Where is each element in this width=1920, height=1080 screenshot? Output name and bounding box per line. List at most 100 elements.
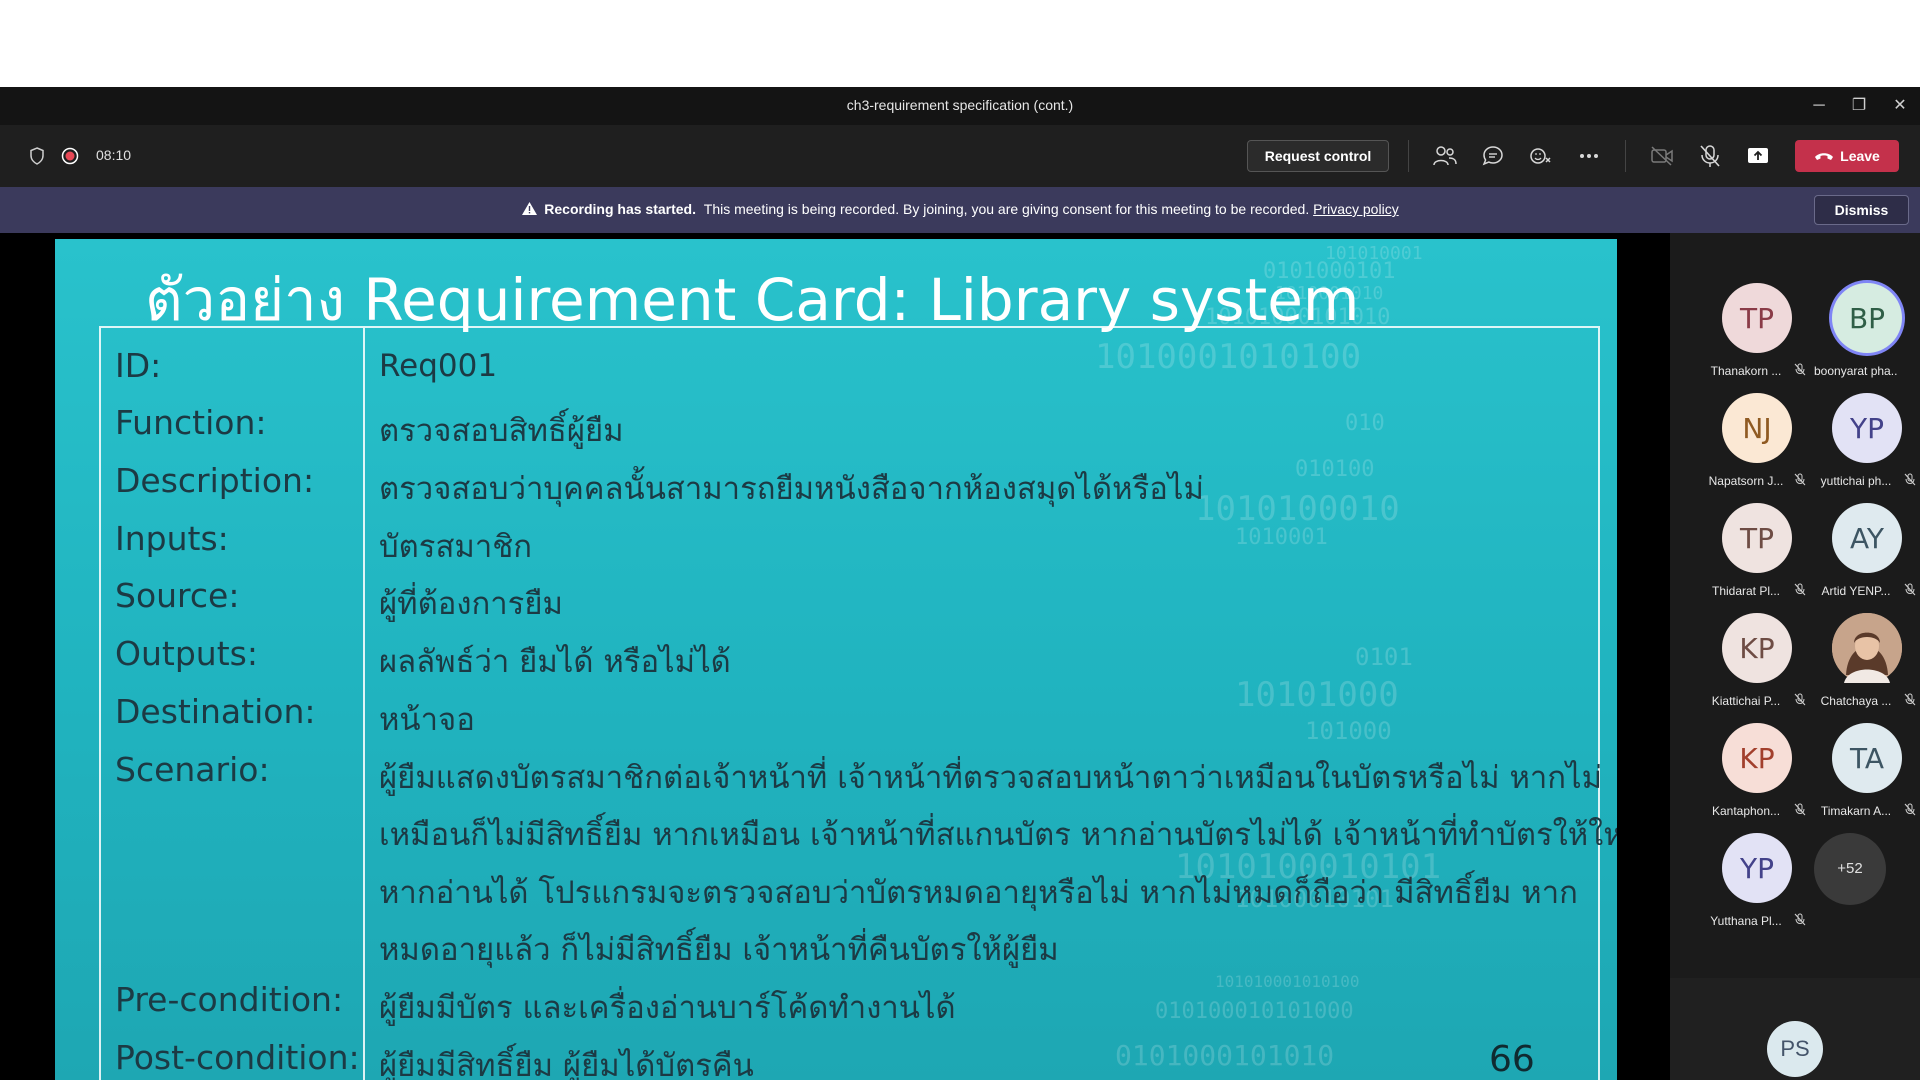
participant-name: Thidarat Pl...: [1711, 584, 1781, 598]
participant-avatar: NJ: [1722, 393, 1792, 463]
warning-icon: [522, 202, 538, 215]
participant-tile[interactable]: TP Thidarat Pl...: [1702, 495, 1812, 605]
participant-avatar: KP: [1722, 723, 1792, 793]
self-avatar[interactable]: PS: [1767, 1021, 1823, 1077]
participant-name: Kiattichai P...: [1711, 694, 1781, 708]
mic-off-icon: [1904, 803, 1918, 817]
shield-icon[interactable]: [22, 141, 52, 171]
window-titlebar: ch3-requirement specification (cont.) ─ …: [0, 87, 1920, 125]
participant-tile[interactable]: KP Kantaphon...: [1702, 715, 1812, 825]
mic-off-icon: [1794, 693, 1808, 707]
requirement-card-table: ID: Req001 Function: ตรวจสอบสิทธิ์ผู้ยืม Des…: [99, 326, 1617, 1080]
row-value: หากอ่านได้ โปรแกรมจะตรวจสอบว่าบัตรหมดอาย…: [379, 875, 1578, 911]
more-participants-button[interactable]: +52: [1814, 833, 1886, 905]
row-value: ตรวจสอบสิทธิ์ผู้ยืม: [379, 413, 624, 449]
row-label: Outputs:: [115, 634, 258, 673]
participant-tile[interactable]: BP boonyarat pha...: [1812, 275, 1920, 385]
row-value: Req001: [379, 348, 498, 384]
participant-name: Timakarn A...: [1820, 804, 1892, 818]
row-label: Source:: [115, 576, 240, 615]
participant-name: Napatsorn J...: [1708, 474, 1784, 488]
window-title: ch3-requirement specification (cont.): [846, 97, 1074, 113]
phone-icon: [1815, 153, 1834, 160]
mic-off-icon: [1904, 473, 1918, 487]
participant-tile[interactable]: TP Thanakorn ...: [1702, 275, 1812, 385]
mic-off-icon: [1904, 693, 1918, 707]
row-label: Post-condition:: [115, 1038, 360, 1077]
meeting-timer: 08:10: [96, 147, 132, 163]
mic-off-icon: [1904, 583, 1918, 597]
row-label: Pre-condition:: [115, 980, 344, 1019]
participant-tile[interactable]: NJ Napatsorn J...: [1702, 385, 1812, 495]
page-number: 66: [1489, 1039, 1535, 1080]
participant-avatar: YP: [1722, 833, 1792, 903]
participant-photo: [1832, 613, 1902, 683]
participant-name: Artid YENP...: [1821, 584, 1891, 598]
participant-gallery: TP Thanakorn ... BP boonyarat pha... NJ Napat…: [1670, 233, 1920, 1080]
participant-tile[interactable]: YP yutticha​i ph...: [1812, 385, 1920, 495]
participant-avatar: TP: [1722, 503, 1792, 573]
dismiss-button[interactable]: Dismiss: [1814, 195, 1909, 225]
participant-tile[interactable]: YP Yutthana Pl...: [1702, 825, 1812, 935]
participant-avatar: BP: [1832, 283, 1902, 353]
mic-off-icon: [1794, 583, 1808, 597]
row-value: เหมือนก็ไม่มีสิทธิ์ยืม หากเหมือน เจ้าหน้…: [379, 817, 1617, 853]
row-label: Scenario:: [115, 750, 270, 789]
reactions-icon[interactable]: [1526, 141, 1556, 171]
more-icon[interactable]: [1574, 141, 1604, 171]
row-label: ID:: [115, 346, 162, 385]
minimize-icon[interactable]: ─: [1806, 93, 1832, 119]
participant-name: Kantaphon...: [1711, 804, 1781, 818]
toolbar-divider: [1625, 140, 1626, 172]
mic-off-icon: [1794, 473, 1808, 487]
restore-icon[interactable]: ❐: [1846, 93, 1872, 119]
request-control-button[interactable]: Request control: [1247, 140, 1389, 172]
banner-title: Recording has started.: [544, 201, 696, 217]
mic-off-icon[interactable]: [1695, 141, 1725, 171]
participant-tile[interactable]: AY Artid YENP...: [1812, 495, 1920, 605]
row-value: ผู้ยืมมีสิทธิ์ยืม ผู้ยืมได้บัตรคืน: [379, 1048, 754, 1080]
chat-icon[interactable]: [1478, 141, 1508, 171]
mic-off-icon: [1794, 803, 1808, 817]
row-value: ตรวจสอบว่าบุคคลนั้นสามารถยืมหนังสือจากห้…: [379, 471, 1204, 507]
people-icon[interactable]: [1430, 141, 1460, 171]
participant-name: Yutthana Pl...: [1710, 914, 1782, 928]
row-label: Inputs:: [115, 519, 229, 558]
participant-avatar: TA: [1832, 723, 1902, 793]
participant-name: Thanakorn ...: [1710, 364, 1782, 378]
row-value: ผู้ที่ต้องการยืม: [379, 586, 563, 622]
row-label: Function:: [115, 403, 267, 442]
leave-label: Leave: [1840, 148, 1880, 164]
toolbar-divider: [1408, 140, 1409, 172]
row-value: หมดอายุแล้ว ก็ไม่มีสิทธิ์ยืม เจ้าหน้าที่…: [379, 932, 1059, 968]
participant-name: yutticha​i ph...: [1820, 474, 1892, 488]
participant-tile[interactable]: TA Timakarn A...: [1812, 715, 1920, 825]
mic-off-icon: [1794, 913, 1808, 927]
participant-name: boonyarat pha...: [1814, 364, 1898, 378]
recording-banner: Recording has started. This meeting is b…: [0, 187, 1920, 233]
participant-avatar: YP: [1832, 393, 1902, 463]
row-value: ผลลัพธ์ว่า ยืมได้ หรือไม่ได้: [379, 644, 731, 680]
row-label: Destination:: [115, 692, 316, 731]
row-value: ผู้ยืมมีบัตร และเครื่องอ่านบาร์โค้ดทำงาน…: [379, 990, 956, 1026]
banner-text: This meeting is being recorded. By joini…: [703, 201, 1310, 217]
privacy-policy-link[interactable]: Privacy policy: [1313, 201, 1399, 217]
participant-tile[interactable]: KP Kiattichai P...: [1702, 605, 1812, 715]
leave-button[interactable]: Leave: [1795, 140, 1899, 172]
share-icon[interactable]: [1743, 141, 1773, 171]
mic-off-icon: [1794, 363, 1808, 377]
row-value: หน้าจอ: [379, 702, 475, 738]
record-icon: [55, 141, 85, 171]
row-value: ผู้ยืมแสดงบัตรสมาชิกต่อเจ้าหน้าที่ เจ้าห…: [379, 760, 1603, 796]
camera-off-icon[interactable]: [1647, 141, 1677, 171]
participant-name: Chatchaya ...: [1820, 694, 1892, 708]
participant-avatar: TP: [1722, 283, 1792, 353]
participant-avatar: KP: [1722, 613, 1792, 683]
participant-tile[interactable]: Chatchaya ...: [1812, 605, 1920, 715]
participant-avatar: AY: [1832, 503, 1902, 573]
close-icon[interactable]: ✕: [1887, 93, 1913, 119]
presentation-slide: 101010001 0101000101 1010001010 10101000…: [55, 239, 1617, 1080]
meeting-toolbar: 08:10: [0, 125, 1920, 187]
shared-screen: 101010001 0101000101 1010001010 10101000…: [0, 233, 1670, 1080]
row-value: บัตรสมาชิก: [379, 529, 533, 565]
